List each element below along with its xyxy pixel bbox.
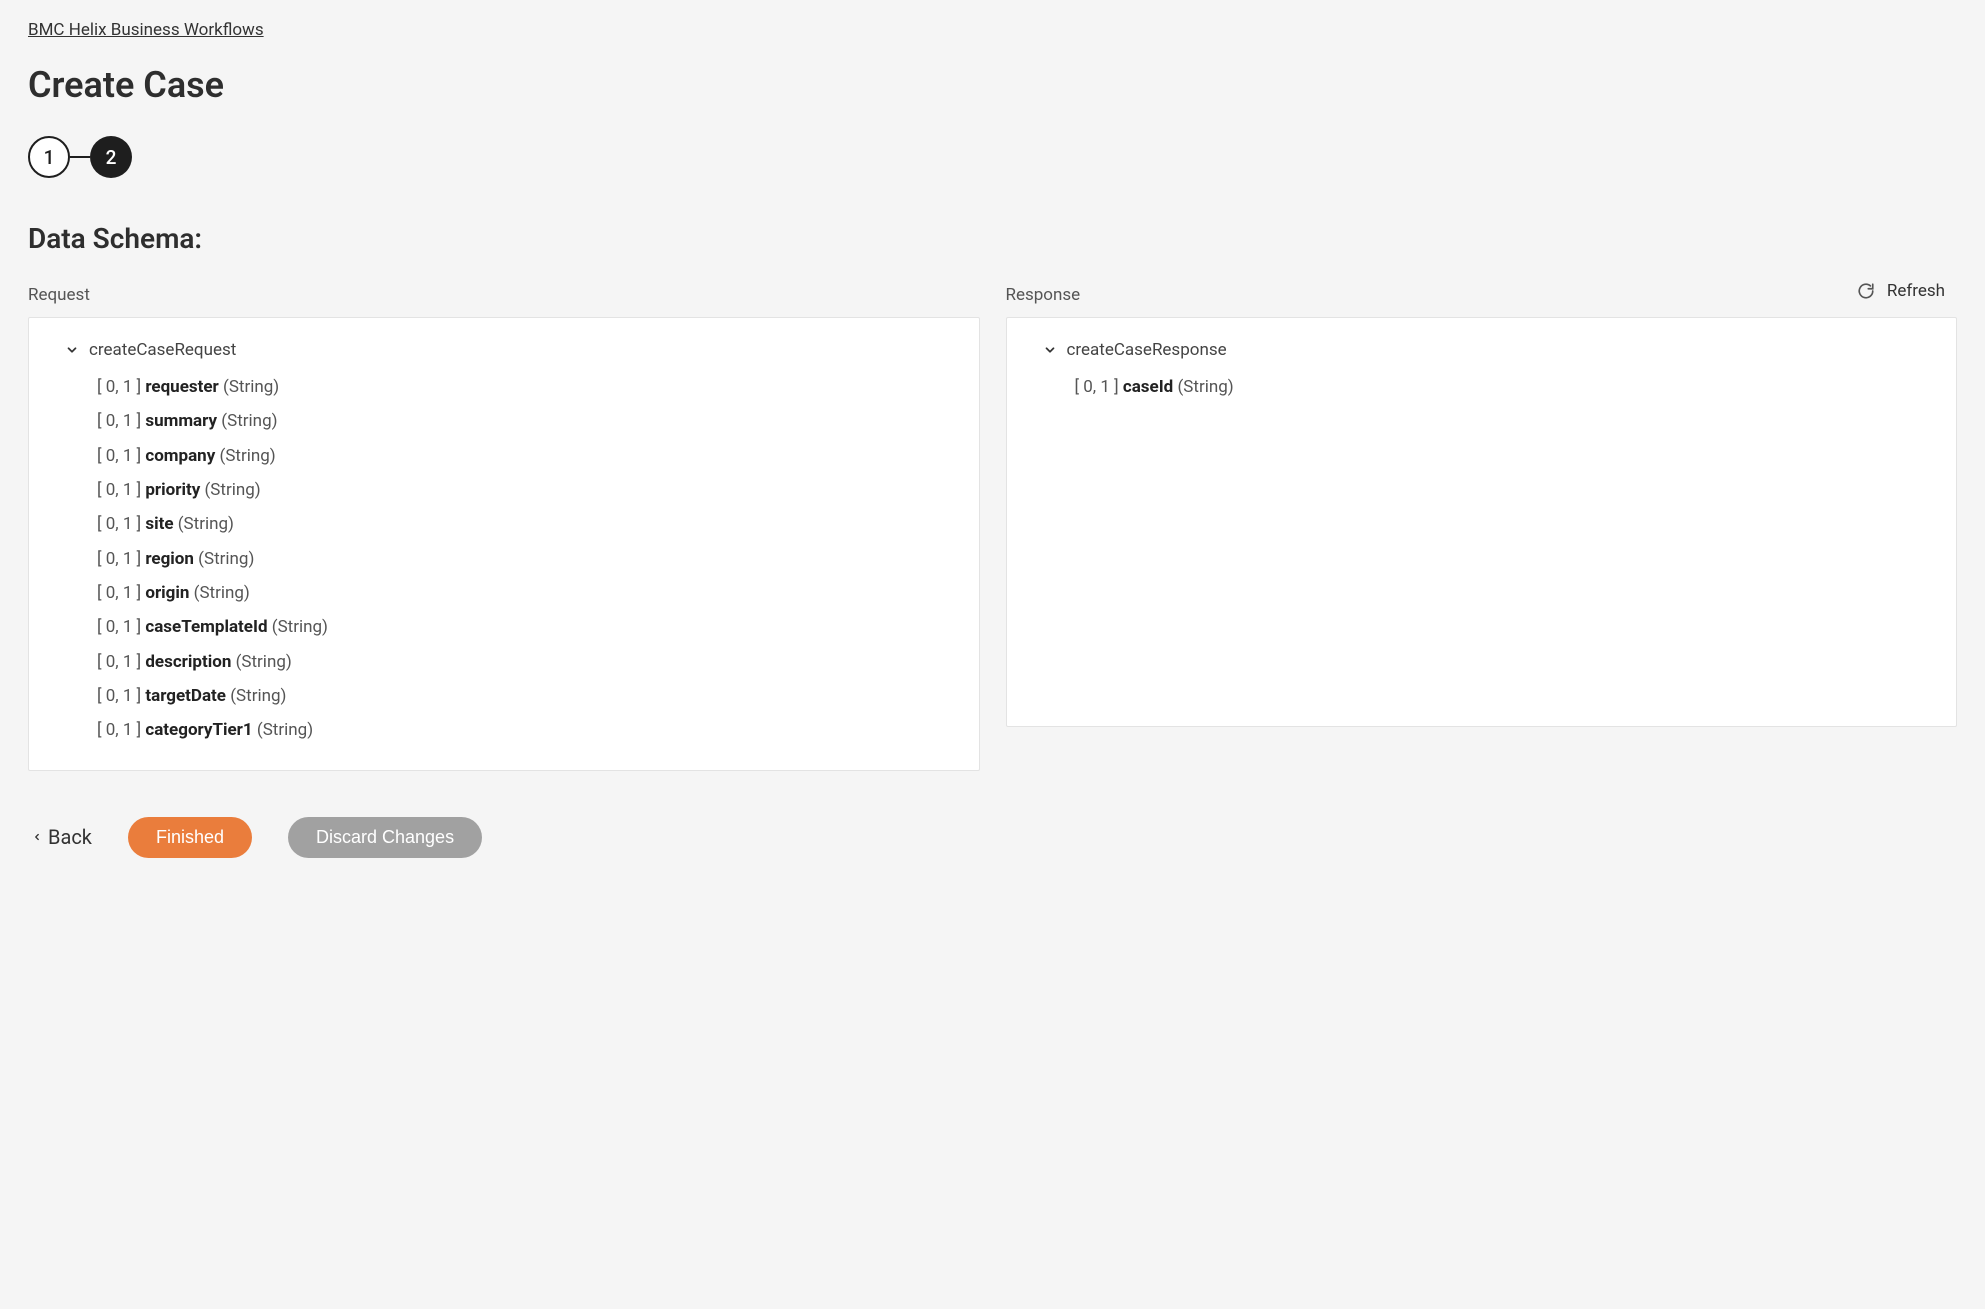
refresh-icon: [1857, 282, 1875, 300]
schema-field: [ 0, 1 ] categoryTier1 (String): [97, 713, 951, 747]
step-2[interactable]: 2: [90, 136, 132, 178]
field-name: requester: [145, 377, 218, 397]
field-type: (String): [174, 514, 234, 534]
field-cardinality: [ 0, 1 ]: [97, 411, 145, 431]
field-type: (String): [194, 549, 254, 569]
schema-field: [ 0, 1 ] caseTemplateId (String): [97, 610, 951, 644]
step-1[interactable]: 1: [28, 136, 70, 178]
field-name: company: [145, 446, 215, 466]
field-cardinality: [ 0, 1 ]: [97, 652, 145, 672]
field-name: categoryTier1: [145, 720, 252, 740]
field-type: (String): [253, 720, 313, 740]
chevron-down-icon: [1043, 343, 1057, 357]
field-name: description: [145, 652, 231, 672]
field-type: (String): [219, 377, 279, 397]
field-type: (String): [215, 446, 275, 466]
back-label: Back: [48, 825, 92, 849]
schema-field: [ 0, 1 ] description (String): [97, 645, 951, 679]
schema-field: [ 0, 1 ] requester (String): [97, 370, 951, 404]
field-type: (String): [217, 411, 277, 431]
step-connector: [70, 156, 90, 158]
finished-button[interactable]: Finished: [128, 817, 252, 858]
schema-field: [ 0, 1 ] region (String): [97, 542, 951, 576]
field-name: priority: [145, 480, 200, 500]
schema-field: [ 0, 1 ] site (String): [97, 507, 951, 541]
response-root-toggle[interactable]: createCaseResponse: [1043, 340, 1929, 360]
field-cardinality: [ 0, 1 ]: [97, 617, 145, 637]
schema-field: [ 0, 1 ] caseId (String): [1075, 370, 1929, 404]
field-type: (String): [200, 480, 260, 500]
field-type: (String): [231, 652, 291, 672]
response-panel: createCaseResponse [ 0, 1 ] caseId (Stri…: [1006, 317, 1958, 727]
field-type: (String): [226, 686, 286, 706]
back-button[interactable]: Back: [32, 825, 92, 849]
schema-field: [ 0, 1 ] company (String): [97, 439, 951, 473]
discard-changes-button[interactable]: Discard Changes: [288, 817, 482, 858]
field-name: summary: [145, 411, 217, 431]
field-type: (String): [1173, 377, 1233, 397]
field-cardinality: [ 0, 1 ]: [1075, 377, 1123, 397]
field-name: region: [145, 549, 194, 569]
field-cardinality: [ 0, 1 ]: [97, 720, 145, 740]
schema-field: [ 0, 1 ] targetDate (String): [97, 679, 951, 713]
request-root-label: createCaseRequest: [89, 340, 236, 360]
chevron-left-icon: [32, 831, 42, 843]
refresh-label: Refresh: [1887, 281, 1945, 301]
field-cardinality: [ 0, 1 ]: [97, 480, 145, 500]
field-type: (String): [189, 583, 249, 603]
schema-field: [ 0, 1 ] summary (String): [97, 404, 951, 438]
response-root-label: createCaseResponse: [1067, 340, 1227, 360]
field-cardinality: [ 0, 1 ]: [97, 514, 145, 534]
field-cardinality: [ 0, 1 ]: [97, 686, 145, 706]
field-cardinality: [ 0, 1 ]: [97, 377, 145, 397]
schema-field: [ 0, 1 ] priority (String): [97, 473, 951, 507]
refresh-button[interactable]: Refresh: [28, 281, 1957, 301]
request-panel: createCaseRequest [ 0, 1 ] requester (St…: [28, 317, 980, 771]
field-cardinality: [ 0, 1 ]: [97, 583, 145, 603]
field-cardinality: [ 0, 1 ]: [97, 549, 145, 569]
section-heading: Data Schema:: [28, 222, 1957, 255]
schema-field: [ 0, 1 ] origin (String): [97, 576, 951, 610]
field-type: (String): [268, 617, 328, 637]
field-name: targetDate: [145, 686, 226, 706]
request-root-toggle[interactable]: createCaseRequest: [65, 340, 951, 360]
chevron-down-icon: [65, 343, 79, 357]
field-name: site: [145, 514, 173, 534]
field-name: origin: [145, 583, 189, 603]
field-cardinality: [ 0, 1 ]: [97, 446, 145, 466]
field-name: caseId: [1123, 377, 1173, 397]
field-name: caseTemplateId: [145, 617, 267, 637]
page-title: Create Case: [28, 64, 1957, 106]
breadcrumb[interactable]: BMC Helix Business Workflows: [28, 20, 264, 40]
stepper: 1 2: [28, 136, 1957, 178]
